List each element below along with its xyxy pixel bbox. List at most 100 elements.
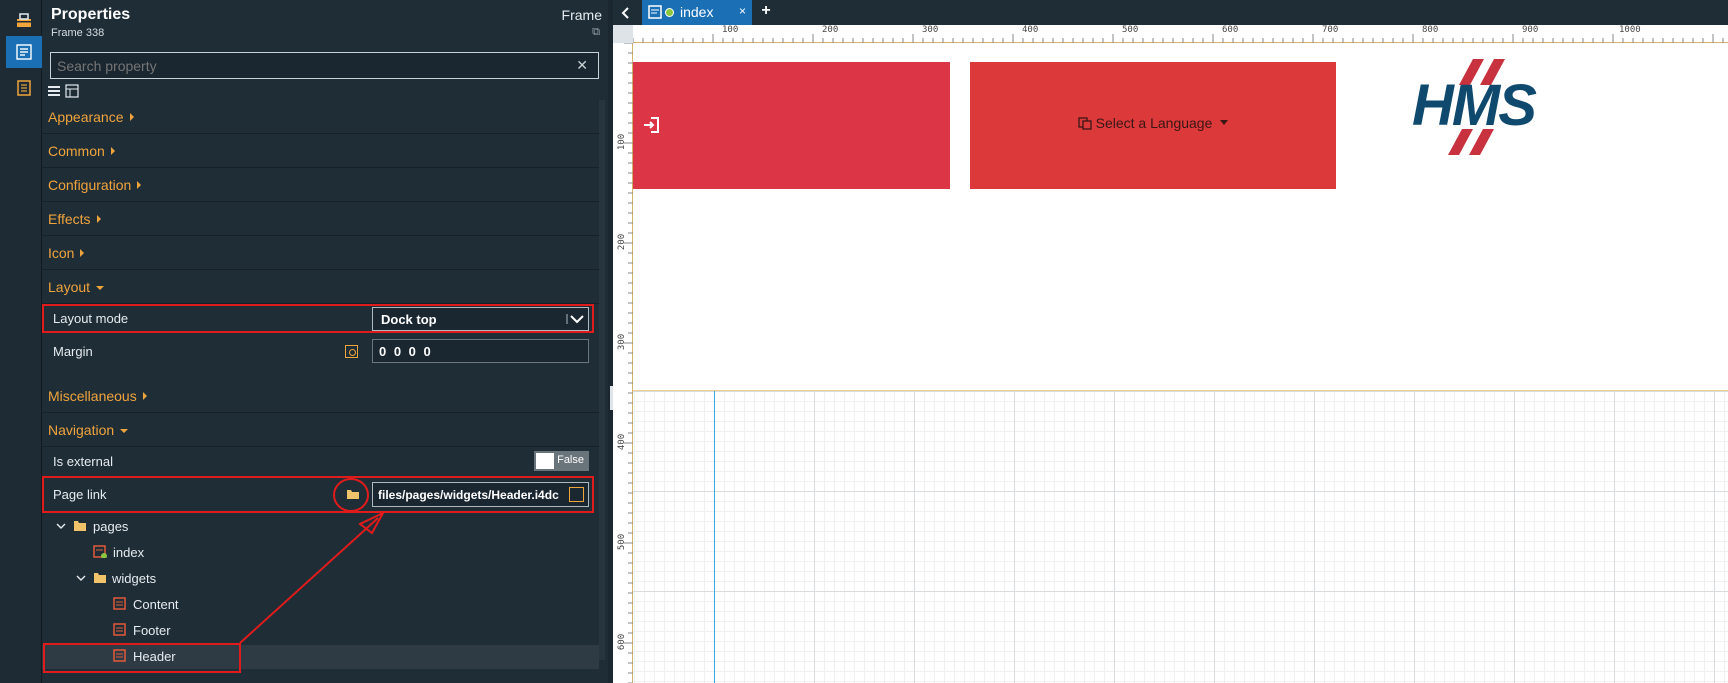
caret-down-icon xyxy=(96,286,105,290)
ruler-label: 200 xyxy=(822,25,839,35)
list-view-icon[interactable] xyxy=(47,84,61,98)
properties-icon[interactable] xyxy=(6,36,42,68)
tree-item-pages[interactable]: pages xyxy=(42,515,599,539)
copy-icon[interactable]: ⧉ xyxy=(592,26,600,39)
category-effects[interactable]: Effects xyxy=(42,202,599,236)
tree-item-index[interactable]: index xyxy=(42,541,599,565)
ruler-label: 600 xyxy=(1222,25,1239,35)
pages-icon[interactable] xyxy=(8,72,40,104)
language-label: Select a Language xyxy=(1095,115,1213,131)
category-label: Layout xyxy=(48,279,91,295)
category-miscellaneous[interactable]: Miscellaneous xyxy=(42,379,599,413)
ruler-label: 400 xyxy=(1022,25,1039,35)
ruler-label: 1000 xyxy=(1619,25,1641,35)
ruler-label: 100 xyxy=(617,133,628,151)
margin-field[interactable]: 0 0 0 0 xyxy=(372,339,589,363)
category-appearance[interactable]: Appearance xyxy=(42,100,599,134)
language-icon xyxy=(1077,117,1092,130)
margin-row: Margin 0 0 0 0 xyxy=(42,336,599,368)
language-selector[interactable]: Select a Language xyxy=(970,115,1336,131)
widget-page-icon xyxy=(113,597,126,610)
tree-label: widgets xyxy=(112,571,157,586)
tab-label: index xyxy=(680,4,714,20)
caret-right-icon xyxy=(137,181,142,189)
category-navigation[interactable]: Navigation xyxy=(42,413,599,447)
panel-header: Properties Frame 338 Frame ⧉ xyxy=(42,0,608,44)
panel-scrollbar[interactable] xyxy=(599,100,605,660)
ruler-label: 900 xyxy=(1522,25,1539,35)
toggle-knob xyxy=(536,453,554,469)
category-label: Miscellaneous xyxy=(48,388,137,404)
category-label: Common xyxy=(48,143,105,159)
guide-line xyxy=(714,391,715,683)
annotation-page-link xyxy=(42,476,594,513)
design-canvas[interactable]: Select a Language HMS xyxy=(633,43,1728,683)
caret-right-icon xyxy=(129,113,134,121)
caret-right-icon xyxy=(80,249,85,257)
folder-open-icon xyxy=(74,521,86,531)
panel-subtitle: Frame 338 xyxy=(51,27,105,39)
login-icon[interactable] xyxy=(643,117,659,133)
ruler-label: 300 xyxy=(922,25,939,35)
caret-down-icon xyxy=(120,429,129,433)
ruler-label: 100 xyxy=(722,25,739,35)
is-external-toggle[interactable]: False xyxy=(534,451,589,471)
panel-title: Properties xyxy=(51,6,131,23)
margin-editor-icon[interactable] xyxy=(345,345,358,358)
annotation-layout-mode xyxy=(42,304,594,333)
login-panel[interactable] xyxy=(633,62,950,189)
tree-label: pages xyxy=(93,519,129,534)
chevron-down-icon xyxy=(76,575,86,581)
category-layout[interactable]: Layout xyxy=(42,270,599,304)
category-label: Appearance xyxy=(48,109,124,125)
close-icon[interactable]: × xyxy=(739,4,746,18)
ruler-ticks xyxy=(633,34,1724,43)
category-label: Icon xyxy=(48,245,75,261)
page-icon xyxy=(93,545,107,558)
category-label: Effects xyxy=(48,211,91,227)
category-configuration[interactable]: Configuration xyxy=(42,168,599,202)
tree-label: index xyxy=(113,545,145,560)
logo-text: HMS xyxy=(1412,73,1537,138)
caret-right-icon xyxy=(110,147,115,155)
ruler-label: 200 xyxy=(617,233,628,251)
chevron-left-icon[interactable] xyxy=(615,0,637,25)
ruler-label: 800 xyxy=(1422,25,1439,35)
tab-index[interactable]: index × xyxy=(642,0,752,25)
annotation-header-item xyxy=(43,643,241,673)
properties-panel: Properties Frame 338 Frame ⧉ ✕ Appearanc… xyxy=(42,0,608,683)
category-label: Navigation xyxy=(48,422,115,438)
category-icon[interactable]: Icon xyxy=(42,236,599,270)
panel-type: Frame xyxy=(561,7,602,23)
clear-search-icon[interactable]: ✕ xyxy=(576,57,588,74)
ruler-label: 400 xyxy=(617,433,628,451)
caret-down-icon xyxy=(1220,120,1229,125)
search-input[interactable] xyxy=(51,53,598,78)
ruler-label: 600 xyxy=(617,633,628,651)
tree-item-content[interactable]: Content xyxy=(42,593,599,617)
status-dot xyxy=(665,8,674,17)
toggle-value: False xyxy=(557,454,584,466)
category-view-icon[interactable] xyxy=(65,84,79,98)
folder-open-icon xyxy=(94,573,106,583)
ruler-label: 700 xyxy=(1322,25,1339,35)
margin-label: Margin xyxy=(53,344,93,359)
search-box: ✕ xyxy=(50,52,599,79)
is-external-row: Is external False xyxy=(42,446,599,478)
tree-item-widgets[interactable]: widgets xyxy=(42,567,599,591)
caret-right-icon xyxy=(96,215,101,223)
panel-splitter[interactable] xyxy=(608,0,612,683)
category-common[interactable]: Common xyxy=(42,134,599,168)
editor-tabbar: index × + xyxy=(613,0,1728,25)
toolstrip xyxy=(0,0,42,683)
app-window: Properties Frame 338 Frame ⧉ ✕ Appearanc… xyxy=(0,0,1728,683)
tree-item-footer[interactable]: Footer xyxy=(42,619,599,643)
toolbox-icon[interactable] xyxy=(8,4,40,36)
header-frame[interactable]: Select a Language HMS xyxy=(633,43,1728,391)
ruler-label: 500 xyxy=(617,533,628,551)
category-label: Configuration xyxy=(48,177,132,193)
add-tab-button[interactable]: + xyxy=(756,2,776,22)
ruler-label: 500 xyxy=(1122,25,1139,35)
canvas-grid[interactable] xyxy=(633,391,1728,683)
ruler-corner xyxy=(613,25,633,43)
